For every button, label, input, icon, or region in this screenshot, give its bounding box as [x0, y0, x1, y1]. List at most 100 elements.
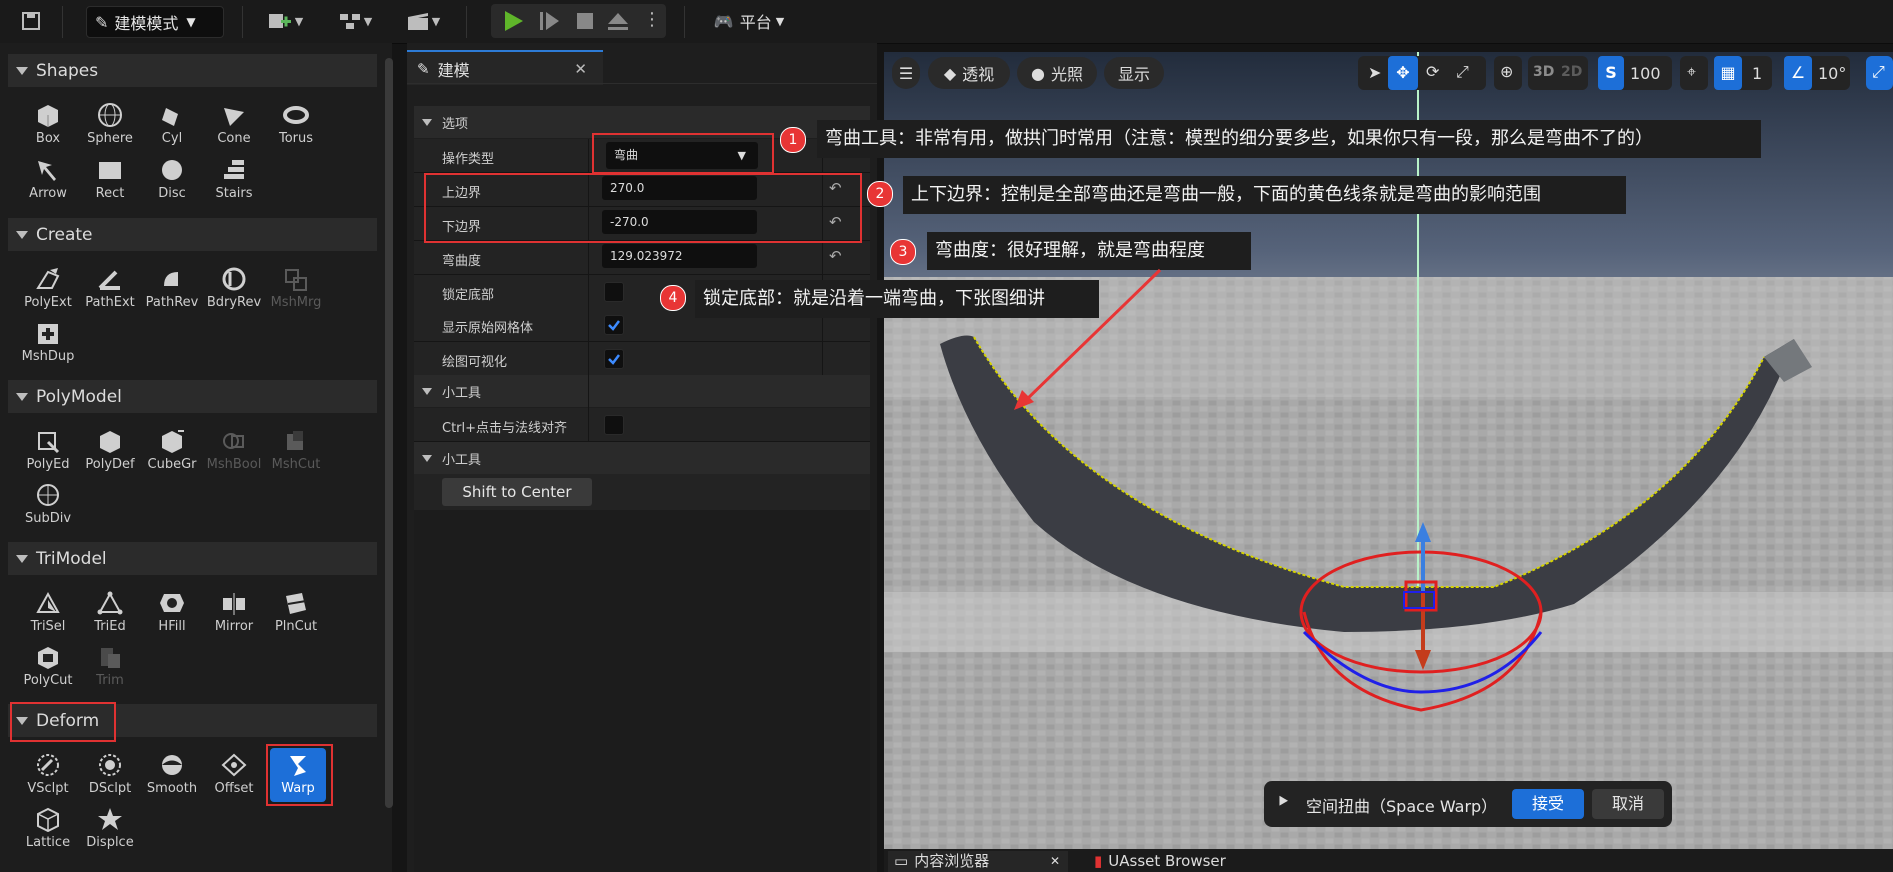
section-shapes[interactable]: Shapes [8, 54, 377, 87]
viewport-menu-button[interactable]: ☰ [892, 57, 920, 89]
surface-snap-toggle[interactable]: ⌖ [1680, 56, 1708, 90]
draw-visualization-checkbox[interactable] [604, 349, 624, 369]
tool-offset[interactable]: Offset [204, 750, 264, 802]
save-icon[interactable] [18, 8, 44, 34]
tool-rect[interactable]: Rect [80, 155, 140, 207]
section-gadgets-2[interactable]: 小工具 [414, 442, 870, 474]
more-options-icon[interactable]: ⋮ [643, 9, 661, 30]
move-tool-icon[interactable]: ✥ [1388, 56, 1418, 90]
tool-box[interactable]: Box [18, 100, 78, 152]
camera-speed-group[interactable]: S 100 [1598, 56, 1672, 90]
vertex-sculpt-icon [37, 754, 59, 776]
tool-tried[interactable]: TriEd [80, 588, 140, 640]
tool-mshbool[interactable]: MshBool [204, 426, 264, 478]
bend-degrees-input[interactable]: 129.023972 [602, 244, 757, 268]
show-original-label: 显示原始网格体 [442, 321, 534, 336]
tool-cubegr[interactable]: CubeGr [142, 426, 202, 478]
add-actor-icon[interactable]: ▼ [262, 8, 308, 34]
mode-3d-button[interactable]: 3D [1533, 64, 1554, 80]
tool-label: MshCut [271, 457, 321, 472]
tool-trisel[interactable]: TriSel [18, 588, 78, 640]
tool-bdryrev[interactable]: BdryRev [204, 264, 264, 316]
ctrl-click-checkbox[interactable] [604, 415, 624, 435]
close-icon[interactable]: ✕ [574, 60, 587, 78]
tool-lattice[interactable]: Lattice [18, 804, 78, 856]
tool-subdiv[interactable]: SubDiv [18, 480, 78, 532]
scale-tool-icon[interactable]: ⤢ [1456, 62, 1469, 82]
step-icon[interactable] [537, 9, 563, 37]
select-cursor-icon[interactable]: ➤ [1368, 63, 1381, 82]
tool-displce[interactable]: Displce [80, 804, 140, 856]
stop-icon[interactable] [573, 9, 597, 37]
tool-stairs[interactable]: Stairs [204, 155, 264, 207]
section-trimodel[interactable]: TriModel [8, 542, 377, 575]
tool-vsclpt[interactable]: VSclpt [18, 750, 78, 802]
rotation-snap-group[interactable]: ∠ 10° [1784, 56, 1850, 90]
shift-to-center-button[interactable]: Shift to Center [442, 478, 592, 506]
tool-mirror[interactable]: Mirror [204, 588, 264, 640]
bounds-highlight-box [424, 173, 862, 243]
show-flags-button[interactable]: 显示 [1104, 57, 1164, 89]
level-viewport[interactable] [884, 52, 1893, 849]
tool-label: CubeGr [147, 457, 197, 472]
tool-polycut[interactable]: PolyCut [18, 642, 78, 694]
section-create[interactable]: Create [8, 218, 377, 251]
tool-torus[interactable]: Torus [266, 100, 326, 152]
tool-polyed[interactable]: PolyEd [18, 426, 78, 478]
mesh-merge-icon [285, 269, 307, 291]
triangle-select-icon [36, 591, 60, 613]
tool-pathext[interactable]: PathExt [80, 264, 140, 316]
row-ctrl-click-align: Ctrl+点击与法线对齐 [414, 408, 870, 442]
play-icon[interactable] [501, 9, 527, 37]
lock-bottom-checkbox[interactable] [604, 282, 624, 302]
tab-modeling-label: 建模 [437, 60, 470, 80]
section-gadgets-1-label: 小工具 [442, 385, 482, 401]
plane-cut-icon [286, 593, 307, 614]
tab-modeling[interactable]: ✎ 建模 ✕ [407, 50, 603, 85]
tab-uasset-browser[interactable]: ▮ UAsset Browser [1094, 851, 1274, 872]
tool-arrow[interactable]: Arrow [18, 155, 78, 207]
tool-smooth[interactable]: Smooth [142, 750, 202, 802]
section-gadgets-1[interactable]: 小工具 [414, 375, 870, 407]
eject-icon[interactable] [605, 9, 631, 37]
tool-polydef[interactable]: PolyDef [80, 426, 140, 478]
reset-arrow-icon[interactable]: ↶ [829, 247, 842, 265]
blueprint-icon[interactable]: ▼ [332, 8, 378, 34]
modeling-mode-icon: ✎ [95, 12, 109, 32]
tool-mshdup[interactable]: MshDup [18, 318, 78, 370]
tool-trim[interactable]: Trim [80, 642, 140, 694]
tool-polyext[interactable]: PolyExt [18, 264, 78, 316]
platform-menu[interactable]: 🎮 平台 ▼ [706, 8, 792, 34]
tool-sphere[interactable]: Sphere [80, 100, 140, 152]
deform-highlight-box [10, 702, 116, 742]
tool-label: PolyEd [26, 457, 70, 472]
tool-plncut[interactable]: PlnCut [266, 588, 326, 640]
world-space-toggle[interactable]: ⊕ [1494, 56, 1522, 90]
cancel-button[interactable]: 取消 [1592, 789, 1664, 819]
perspective-button[interactable]: ◆ 透视 [928, 57, 1010, 89]
grid-snap-group[interactable]: ▦ 1 [1714, 56, 1772, 90]
close-icon[interactable]: ✕ [1050, 851, 1060, 872]
mode-selector[interactable]: ✎ 建模模式 ▼ [86, 6, 224, 38]
lit-mode-button[interactable]: ● 光照 [1017, 57, 1097, 89]
lit-sphere-icon: ● [1031, 63, 1045, 83]
lock-bottom-label: 锁定底部 [442, 288, 495, 303]
tab-content-browser[interactable]: ▭ 内容浏览器 ✕ [888, 851, 1068, 872]
tool-hfill[interactable]: HFill [142, 588, 202, 640]
tool-disc[interactable]: Disc [142, 155, 202, 207]
accept-button[interactable]: 接受 [1512, 789, 1584, 819]
palette-scrollbar[interactable] [385, 58, 393, 808]
tool-cylinder[interactable]: Cyl [142, 100, 202, 152]
section-create-label: Create [36, 224, 93, 245]
maximize-viewport-button[interactable]: ⤢ [1866, 56, 1893, 90]
tool-mshmrg[interactable]: MshMrg [266, 264, 326, 316]
tool-cone[interactable]: Cone [204, 100, 264, 152]
cinematics-icon[interactable]: ▼ [400, 8, 446, 34]
tool-dsclpt[interactable]: DSclpt [80, 750, 140, 802]
tool-pathrev[interactable]: PathRev [142, 264, 202, 316]
tool-mshcut[interactable]: MshCut [266, 426, 326, 478]
rotate-tool-icon[interactable]: ⟳ [1426, 62, 1439, 81]
section-polymodel[interactable]: PolyModel [8, 380, 377, 413]
mode-2d-button[interactable]: 2D [1561, 64, 1582, 80]
show-original-checkbox[interactable] [604, 315, 624, 335]
